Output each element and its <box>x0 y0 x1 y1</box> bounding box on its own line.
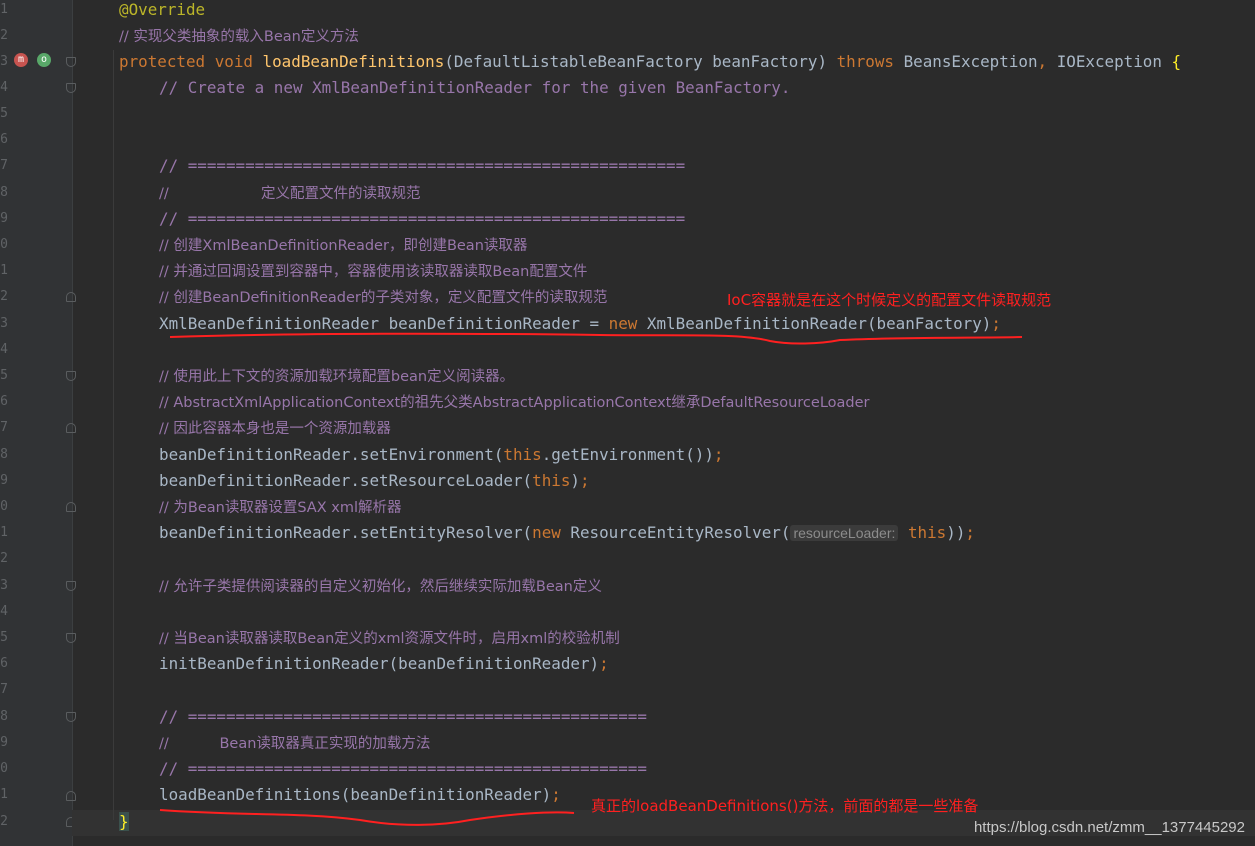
annotation-note: 真正的loadBeanDefinitions()方法，前面的都是一些准备 <box>591 797 979 815</box>
red-underline-annotations <box>159 332 1023 826</box>
red-underline <box>169 332 1023 345</box>
annotation-note: IoC容器就是在这个时候定义的配置文件读取规范 <box>727 291 1052 309</box>
watermark: https://blog.csdn.net/zmm__1377445292 <box>973 819 1245 836</box>
red-underline <box>159 809 575 826</box>
